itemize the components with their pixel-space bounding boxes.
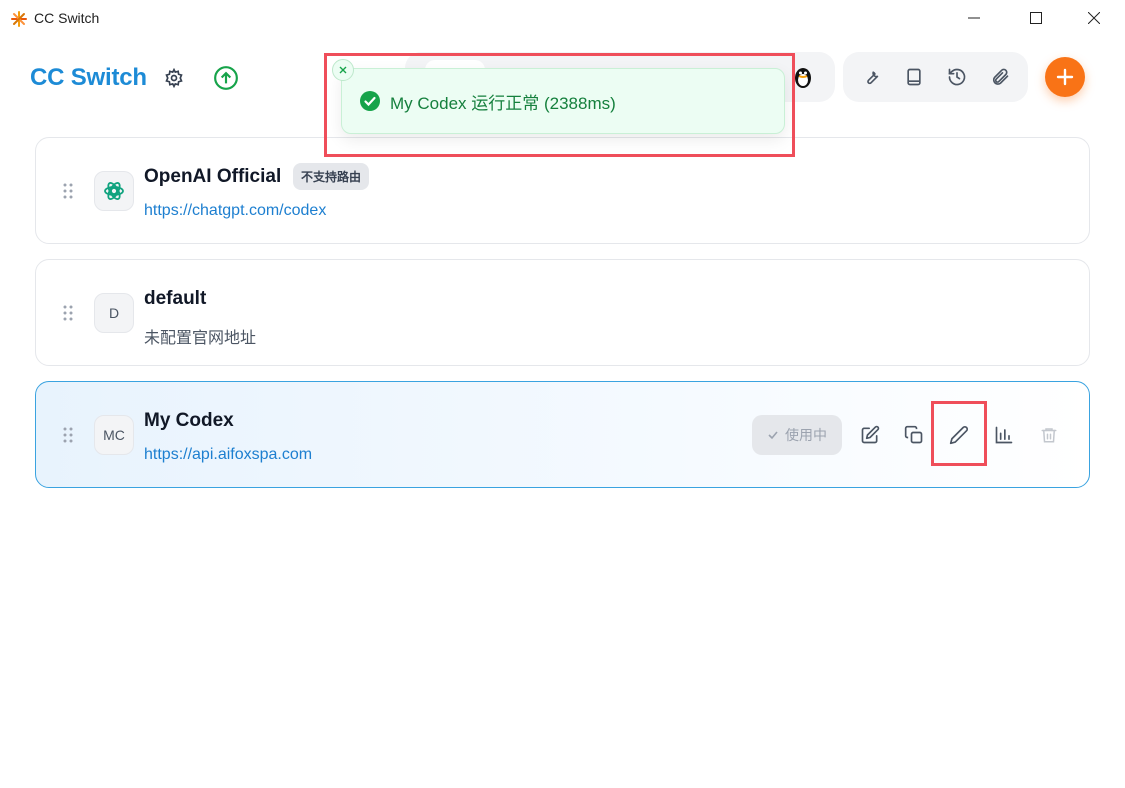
arrow-up-circle-icon [214, 66, 238, 90]
update-button[interactable] [212, 64, 240, 92]
wrench-icon [866, 71, 878, 85]
usage-stats-button[interactable] [988, 419, 1020, 451]
minimize-icon [968, 17, 980, 19]
tools-button[interactable] [854, 60, 888, 94]
brand-title: CC Switch [30, 64, 147, 91]
history-icon [948, 68, 966, 86]
gear-icon [165, 68, 183, 88]
maximize-icon [1030, 12, 1042, 24]
book-icon [907, 68, 921, 86]
toolbar [843, 52, 1028, 102]
provider-url-text: 未配置官网地址 [144, 330, 257, 347]
provider-avatar [94, 171, 134, 211]
copy-icon [904, 425, 923, 444]
close-window-button[interactable] [1066, 0, 1122, 36]
provider-url-link[interactable]: https://chatgpt.com/codex [144, 202, 326, 220]
window-title: CC Switch [34, 10, 100, 26]
trash-icon [1041, 428, 1057, 443]
add-provider-button[interactable] [1045, 57, 1085, 97]
duplicate-button[interactable] [898, 419, 930, 451]
drag-handle-icon[interactable] [62, 182, 74, 200]
check-icon [768, 431, 778, 440]
settings-button[interactable] [160, 64, 188, 92]
history-button[interactable] [940, 60, 974, 94]
docs-button[interactable] [897, 60, 931, 94]
provider-avatar: D [94, 293, 134, 333]
attachments-button[interactable] [983, 60, 1017, 94]
openai-logo-icon [104, 182, 124, 200]
highlight-box [324, 53, 795, 157]
paperclip-icon [993, 68, 1009, 85]
delete-button[interactable] [1033, 419, 1065, 451]
provider-name: My Codex [144, 410, 234, 431]
close-icon [1088, 12, 1100, 24]
provider-card[interactable]: D default 未配置官网地址 [35, 259, 1090, 366]
highlight-box [931, 401, 987, 466]
app-logo-icon [11, 11, 27, 27]
in-use-label: 使用中 [785, 427, 827, 443]
maximize-button[interactable] [1008, 0, 1064, 36]
drag-handle-icon[interactable] [62, 426, 74, 444]
minimize-button[interactable] [946, 0, 1002, 36]
provider-name: OpenAI Official [144, 166, 282, 187]
drag-handle-icon[interactable] [62, 304, 74, 322]
provider-name: default [144, 288, 207, 309]
routing-badge: 不支持路由 [293, 163, 370, 190]
edit-button[interactable] [854, 419, 886, 451]
provider-url-link[interactable]: https://api.aifoxspa.com [144, 446, 312, 464]
in-use-button[interactable]: 使用中 [752, 415, 842, 455]
bar-chart-icon [995, 426, 1013, 444]
title-bar: CC Switch [0, 0, 1125, 36]
provider-avatar: MC [94, 415, 134, 455]
edit-square-icon [861, 425, 880, 444]
plus-icon [1056, 68, 1074, 86]
